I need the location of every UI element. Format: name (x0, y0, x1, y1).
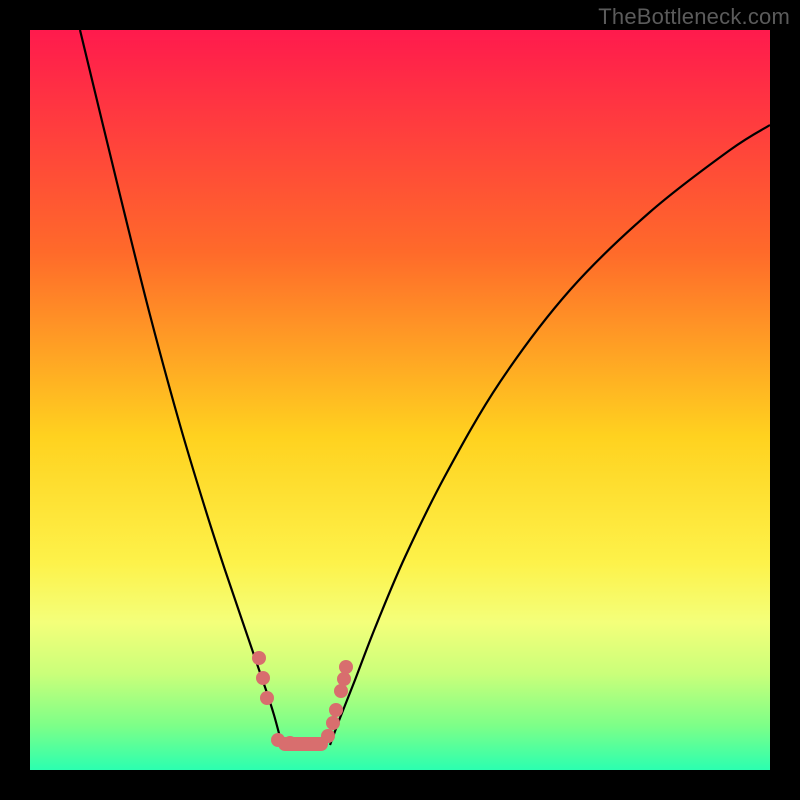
marker-dot (329, 703, 343, 717)
marker-dot (321, 729, 335, 743)
marker-dot (297, 737, 311, 751)
marker-dot (283, 736, 297, 750)
marker-dot (256, 671, 270, 685)
plot-area (30, 30, 770, 770)
watermark-label: TheBottleneck.com (598, 4, 790, 30)
marker-dot (271, 733, 285, 747)
marker-dot (326, 716, 340, 730)
bottleneck-curve-chart (30, 30, 770, 770)
marker-dot (260, 691, 274, 705)
gradient-background (30, 30, 770, 770)
marker-dot (339, 660, 353, 674)
marker-dot (337, 672, 351, 686)
chart-frame: TheBottleneck.com (0, 0, 800, 800)
marker-dot (334, 684, 348, 698)
marker-dot (252, 651, 266, 665)
